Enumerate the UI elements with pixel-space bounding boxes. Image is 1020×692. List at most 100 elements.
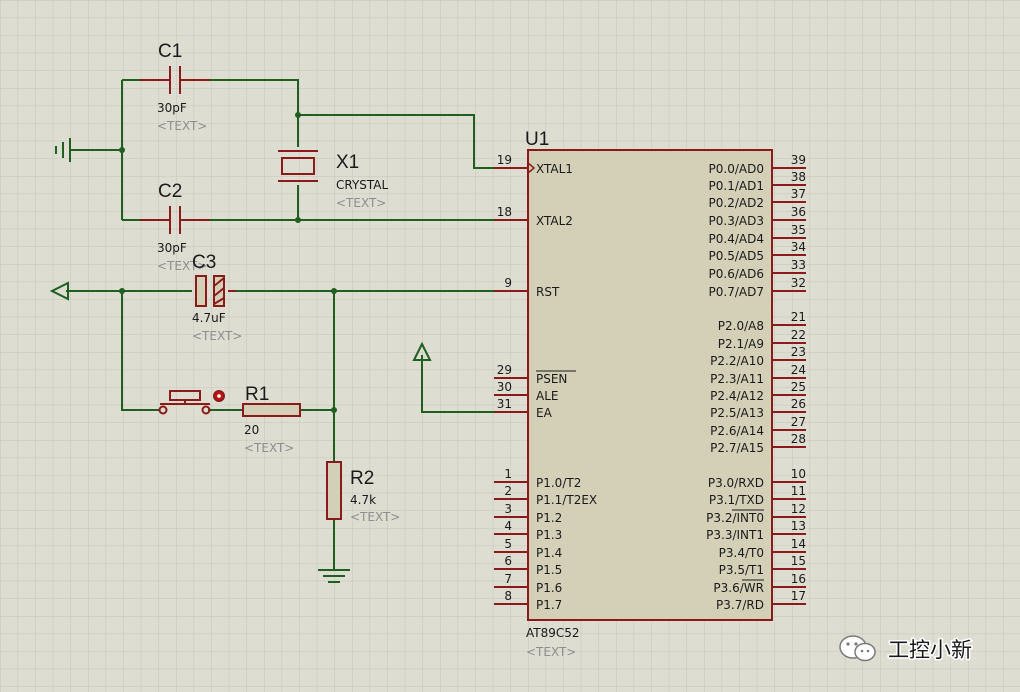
u1-pin-number: 36 — [791, 205, 806, 219]
u1-pin-label: EA — [536, 406, 553, 420]
u1-pin-label: P3.4/T0 — [719, 546, 764, 560]
u1-pin-label: P2.6/A14 — [710, 424, 764, 438]
c1-text: <TEXT> — [157, 119, 207, 133]
u1-pin-label: P0.2/AD2 — [709, 196, 764, 210]
u1-pin-number: 8 — [504, 589, 512, 603]
schematic-sheet[interactable]: C1 30pF <TEXT> C2 30pF <TEXT> X1 CRYSTAL… — [0, 0, 1020, 692]
u1-pin-label: ALE — [536, 389, 558, 403]
u1-pin-number: 33 — [791, 258, 806, 272]
wechat-icon — [839, 635, 876, 662]
u1-pin-number: 27 — [791, 415, 806, 429]
u1-pin-number: 25 — [791, 380, 806, 394]
u1-pin-number: 22 — [791, 328, 806, 342]
u1-pin-number: 17 — [791, 589, 806, 603]
u1-pin-label: P1.3 — [536, 528, 562, 542]
c1-value: 30pF — [157, 101, 187, 115]
r2-text: <TEXT> — [350, 510, 400, 524]
u1-pin-number: 28 — [791, 432, 806, 446]
u1-pin-number: 11 — [791, 484, 806, 498]
u1-pin-number: 37 — [791, 187, 806, 201]
u1-pin-label: P1.0/T2 — [536, 476, 581, 490]
u1-pin-number: 9 — [504, 276, 512, 290]
u1-text: <TEXT> — [526, 645, 576, 659]
u1-pin-number: 3 — [504, 502, 512, 516]
u1-pin-label: P2.0/A8 — [718, 319, 764, 333]
u1-pin-number: 15 — [791, 554, 806, 568]
u1-pin-number: 18 — [497, 205, 512, 219]
c3-text: <TEXT> — [192, 329, 242, 343]
u1-pin-number: 10 — [791, 467, 806, 481]
r2-ref: R2 — [350, 468, 374, 489]
c2-ref: C2 — [158, 181, 182, 202]
u1-pin-label: P3.7/RD — [716, 598, 764, 612]
u1-pin-number: 24 — [791, 363, 806, 377]
u1-pin-label: P1.2 — [536, 511, 562, 525]
u1-pin-label: P3.2/INT0 — [706, 511, 764, 525]
u1-ref: U1 — [525, 129, 549, 150]
u1-pin-label: P3.5/T1 — [719, 563, 764, 577]
u1-pin-number: 1 — [504, 467, 512, 481]
u1-pin-number: 7 — [504, 572, 512, 586]
r1-value: 20 — [244, 423, 259, 437]
u1-pin-label: P2.7/A15 — [710, 441, 764, 455]
u1-pin-label: P2.3/A11 — [710, 372, 764, 386]
u1-pin-number: 34 — [791, 240, 806, 254]
u1-pin-label: P0.1/AD1 — [709, 179, 764, 193]
u1-pin-label: P1.5 — [536, 563, 562, 577]
c3-value: 4.7uF — [192, 311, 226, 325]
u1-pin-label: P3.0/RXD — [708, 476, 764, 490]
c1-ref: C1 — [158, 41, 182, 62]
u1-pin-number: 26 — [791, 397, 806, 411]
u1-pin-label: PSEN — [536, 372, 567, 386]
u1-pin-label: P2.2/A10 — [710, 354, 764, 368]
u1-pin-number: 19 — [497, 153, 512, 167]
u1-pin-label: XTAL1 — [536, 162, 573, 176]
u1-pin-number: 23 — [791, 345, 806, 359]
u1-pin-number: 32 — [791, 276, 806, 290]
u1-pin-label: P0.0/AD0 — [709, 162, 764, 176]
c2-value: 30pF — [157, 241, 187, 255]
u1-pin-label: P1.1/T2EX — [536, 493, 597, 507]
u1-pin-label: XTAL2 — [536, 214, 573, 228]
watermark: 工控小新 — [839, 635, 974, 664]
c3-ref: C3 — [192, 252, 216, 273]
u1-pin-number: 16 — [791, 572, 806, 586]
u1-pin-label: P2.4/A12 — [710, 389, 764, 403]
u1-pin-label: P3.3/INT1 — [706, 528, 764, 542]
u1-pin-number: 30 — [497, 380, 512, 394]
u1-pin-number: 14 — [791, 537, 806, 551]
u1-pin-label: P3.6/WR — [713, 581, 764, 595]
u1-pin-number: 2 — [504, 484, 512, 498]
u1-pin-number: 31 — [497, 397, 512, 411]
u1-pin-number: 38 — [791, 170, 806, 184]
u1-pin-number: 35 — [791, 223, 806, 237]
ic-u1[interactable]: U1 19 XTAL1 18 XTAL2 9 RST 29 PSEN 30 ALE 31 EA 1 P1.… — [494, 129, 806, 659]
u1-pin-label: P1.4 — [536, 546, 562, 560]
u1-value: AT89C52 — [526, 626, 580, 640]
u1-pin-label: P3.1/TXD — [709, 493, 764, 507]
r1-ref: R1 — [245, 384, 269, 405]
watermark-text: 工控小新 — [888, 638, 972, 662]
u1-pin-label: P2.5/A13 — [710, 406, 764, 420]
u1-pin-label: P1.6 — [536, 581, 562, 595]
u1-pin-label: P0.4/AD4 — [709, 232, 764, 246]
u1-pin-number: 6 — [504, 554, 512, 568]
u1-pin-number: 29 — [497, 363, 512, 377]
u1-pin-label: P1.7 — [536, 598, 562, 612]
u1-pin-number: 12 — [791, 502, 806, 516]
u1-pin-label: RST — [536, 285, 560, 299]
u1-pin-number: 13 — [791, 519, 806, 533]
u1-pin-label: P0.5/AD5 — [709, 249, 764, 263]
u1-pin-label: P0.6/AD6 — [709, 267, 764, 281]
u1-pin-label: P0.3/AD3 — [709, 214, 764, 228]
u1-pin-number: 4 — [504, 519, 512, 533]
x1-ref: X1 — [336, 152, 359, 173]
u1-pin-number: 39 — [791, 153, 806, 167]
u1-pin-label: P2.1/A9 — [718, 337, 764, 351]
r1-text: <TEXT> — [244, 441, 294, 455]
x1-value: CRYSTAL — [336, 178, 389, 192]
x1-text: <TEXT> — [336, 196, 386, 210]
u1-pin-label: P0.7/AD7 — [709, 285, 764, 299]
u1-pin-number: 21 — [791, 310, 806, 324]
r2-value: 4.7k — [350, 493, 376, 507]
